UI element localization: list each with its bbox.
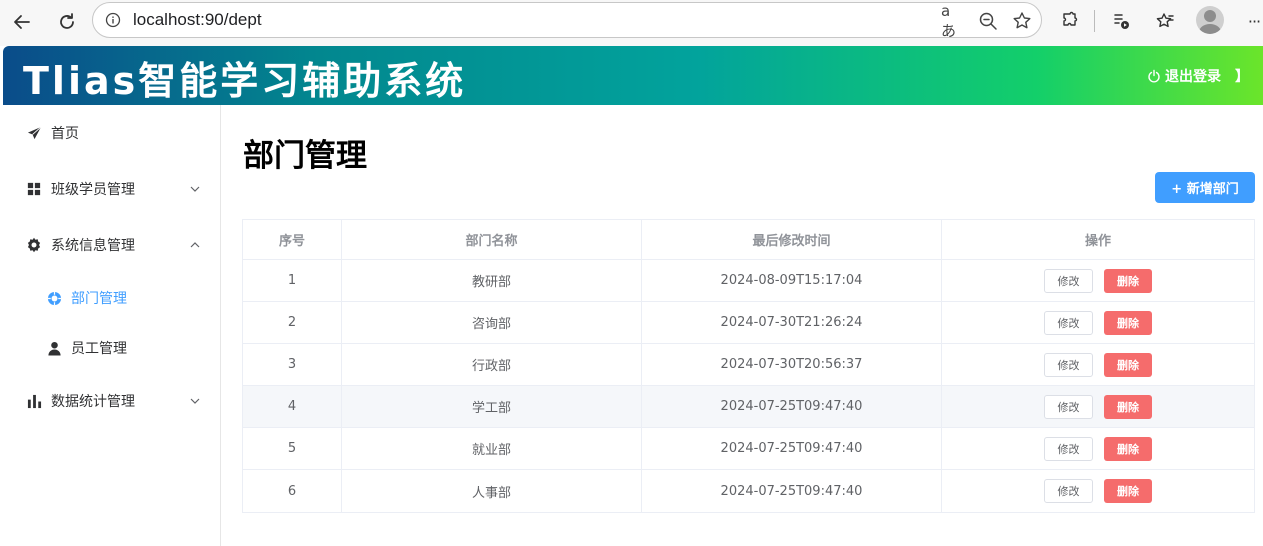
table-row: 1 教研部 2024-08-09T15:17:04 修改 删除	[243, 260, 1254, 302]
sidebar-item-employee[interactable]: 员工管理	[3, 328, 221, 368]
sidebar-item-home[interactable]: 首页	[3, 113, 221, 153]
sidebar: 首页 班级学员管理 系统信息管理 部门管理 员工管理 数据统计管理	[3, 105, 221, 546]
sidebar-item-label: 员工管理	[71, 341, 127, 357]
row-actions: 修改 删除	[942, 470, 1254, 512]
delete-button[interactable]: 删除	[1104, 394, 1152, 419]
table-header-row: 序号 部门名称 最后修改时间 操作	[243, 220, 1254, 260]
sidebar-item-label: 数据统计管理	[51, 394, 135, 410]
browser-toolbar: localhost:90/dept aあ ···	[0, 0, 1263, 46]
url-text[interactable]: localhost:90/dept	[133, 10, 262, 30]
row-index: 5	[243, 428, 342, 469]
row-index: 6	[243, 470, 342, 512]
sidebar-item-class-students[interactable]: 班级学员管理	[3, 169, 221, 209]
profile-avatar[interactable]	[1196, 6, 1224, 34]
updated-time: 2024-07-25T09:47:40	[642, 386, 942, 427]
star-icon[interactable]	[1011, 10, 1033, 32]
edit-button[interactable]: 修改	[1044, 268, 1093, 293]
chevron-down-icon	[190, 398, 200, 404]
sidebar-item-dept[interactable]: 部门管理	[3, 278, 221, 318]
row-actions: 修改 删除	[942, 302, 1254, 343]
edit-button[interactable]: 修改	[1044, 394, 1093, 419]
row-actions: 修改 删除	[942, 344, 1254, 385]
dept-name: 行政部	[342, 344, 642, 385]
logout-button[interactable]: 退出登录 】	[1147, 66, 1249, 86]
delete-button[interactable]: 删除	[1104, 268, 1152, 293]
delete-button[interactable]: 删除	[1104, 479, 1152, 503]
row-index: 2	[243, 302, 342, 343]
media-icon[interactable]	[1108, 8, 1134, 34]
dept-name: 人事部	[342, 470, 642, 512]
row-actions: 修改 删除	[942, 260, 1254, 301]
department-table: 序号 部门名称 最后修改时间 操作 1 教研部 2024-08-09T15:17…	[242, 219, 1255, 513]
updated-time: 2024-07-30T21:26:24	[642, 302, 942, 343]
page-title: 部门管理	[243, 138, 367, 174]
user-icon	[45, 339, 63, 357]
column-header-index: 序号	[243, 220, 342, 259]
table-row: 4 学工部 2024-07-25T09:47:40 修改 删除	[243, 386, 1254, 428]
delete-button[interactable]: 删除	[1104, 436, 1152, 461]
updated-time: 2024-07-30T20:56:37	[642, 344, 942, 385]
dept-name: 咨询部	[342, 302, 642, 343]
column-header-name: 部门名称	[342, 220, 642, 259]
logout-bracket: 】	[1235, 69, 1249, 85]
row-actions: 修改 删除	[942, 386, 1254, 427]
row-index: 1	[243, 260, 342, 301]
add-department-button[interactable]: + 新增部门	[1155, 172, 1255, 203]
target-icon	[45, 289, 63, 307]
address-bar[interactable]: localhost:90/dept aあ	[92, 2, 1042, 40]
updated-time: 2024-07-25T09:47:40	[642, 470, 942, 512]
arrow-left-icon	[14, 15, 30, 29]
reload-icon	[60, 13, 74, 29]
sidebar-item-label: 系统信息管理	[51, 238, 135, 254]
edit-button[interactable]: 修改	[1044, 479, 1093, 503]
sidebar-item-label: 部门管理	[71, 291, 127, 307]
reload-button[interactable]	[53, 8, 81, 36]
column-header-updated: 最后修改时间	[642, 220, 942, 259]
app-title: Tlias智能学习辅助系统	[23, 59, 467, 103]
sidebar-item-label: 班级学员管理	[51, 182, 135, 198]
favorites-icon[interactable]	[1152, 8, 1178, 34]
app-header: Tlias智能学习辅助系统 退出登录 】	[3, 46, 1263, 105]
info-icon[interactable]	[105, 12, 121, 28]
power-icon	[1148, 69, 1160, 83]
edit-button[interactable]: 修改	[1044, 436, 1093, 461]
dept-name: 就业部	[342, 428, 642, 469]
chevron-up-icon	[190, 242, 200, 248]
delete-button[interactable]: 删除	[1104, 310, 1152, 335]
toolbar-divider	[1094, 10, 1095, 32]
table-row: 6 人事部 2024-07-25T09:47:40 修改 删除	[243, 470, 1254, 512]
table-row: 3 行政部 2024-07-30T20:56:37 修改 删除	[243, 344, 1254, 386]
sidebar-item-system-info[interactable]: 系统信息管理	[3, 225, 221, 265]
updated-time: 2024-07-25T09:47:40	[642, 428, 942, 469]
grid-icon	[25, 180, 43, 198]
updated-time: 2024-08-09T15:17:04	[642, 260, 942, 301]
row-index: 3	[243, 344, 342, 385]
back-button[interactable]	[8, 8, 36, 36]
table-row: 2 咨询部 2024-07-30T21:26:24 修改 删除	[243, 302, 1254, 344]
gear-icon	[25, 236, 43, 254]
delete-button[interactable]: 删除	[1104, 352, 1152, 377]
translate-icon[interactable]: aあ	[941, 2, 963, 40]
table-row: 5 就业部 2024-07-25T09:47:40 修改 删除	[243, 428, 1254, 470]
edit-button[interactable]: 修改	[1044, 310, 1093, 335]
logout-label: 退出登录	[1165, 69, 1221, 85]
more-icon[interactable]: ···	[1241, 8, 1263, 34]
sidebar-item-statistics[interactable]: 数据统计管理	[3, 381, 221, 421]
row-actions: 修改 删除	[942, 428, 1254, 469]
extensions-icon[interactable]	[1056, 8, 1082, 34]
paper-plane-icon	[25, 124, 43, 142]
column-header-actions: 操作	[1084, 234, 1111, 249]
bar-chart-icon	[25, 392, 43, 410]
row-index: 4	[243, 386, 342, 427]
dept-name: 学工部	[342, 386, 642, 427]
zoom-out-icon[interactable]	[977, 10, 999, 32]
sidebar-item-label: 首页	[51, 126, 79, 142]
edit-button[interactable]: 修改	[1044, 352, 1093, 377]
chevron-down-icon	[190, 186, 200, 192]
dept-name: 教研部	[342, 260, 642, 301]
